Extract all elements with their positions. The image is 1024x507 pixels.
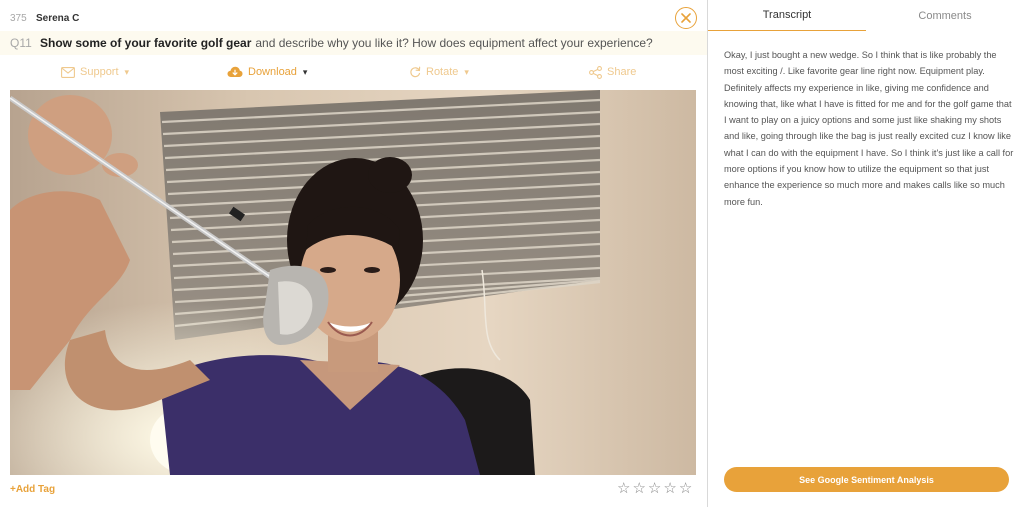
close-button[interactable] bbox=[675, 7, 697, 29]
support-button[interactable]: Support ▾ bbox=[61, 63, 129, 81]
rotate-label: Rotate bbox=[426, 66, 459, 78]
chevron-down-icon: ▾ bbox=[124, 66, 130, 77]
rotate-button[interactable]: Rotate ▾ bbox=[409, 63, 469, 81]
cloud-download-icon bbox=[227, 66, 243, 77]
rotate-icon bbox=[410, 66, 421, 78]
sentiment-analysis-button[interactable]: See Google Sentiment Analysis bbox=[724, 467, 1009, 492]
download-button[interactable]: Download ▾ bbox=[227, 63, 307, 81]
chevron-down-icon: ▾ bbox=[464, 66, 469, 77]
share-icon bbox=[589, 65, 602, 79]
video-panel: 375 Serena C Q11 Show some of your favor… bbox=[0, 0, 708, 507]
star-icon[interactable]: ☆ bbox=[663, 481, 676, 497]
respondent-name: Serena C bbox=[36, 12, 80, 24]
chevron-down-icon: ▾ bbox=[302, 66, 308, 77]
respondent-header: 375 Serena C bbox=[10, 11, 79, 25]
share-button[interactable]: Share bbox=[589, 63, 636, 81]
transcript-text: Okay, I just bought a new wedge. So I th… bbox=[724, 50, 1014, 207]
media-toolbar: Support ▾ Download ▾ Rotate ▾ Share bbox=[0, 63, 708, 81]
respondent-number: 375 bbox=[10, 12, 27, 24]
response-viewer: 375 Serena C Q11 Show some of your favor… bbox=[0, 0, 1024, 507]
download-label: Download bbox=[248, 66, 297, 78]
envelope-icon bbox=[61, 66, 75, 78]
question-text: and describe why you like it? How does e… bbox=[255, 36, 653, 50]
star-icon[interactable]: ☆ bbox=[648, 481, 661, 497]
share-label: Share bbox=[607, 66, 637, 78]
question-id: Q11 bbox=[10, 36, 32, 50]
tab-comments[interactable]: Comments bbox=[866, 0, 1024, 31]
close-icon bbox=[681, 13, 691, 23]
support-label: Support bbox=[80, 66, 119, 78]
side-panel: Transcript Comments Okay, I just bought … bbox=[708, 0, 1024, 507]
star-icon[interactable]: ☆ bbox=[632, 481, 645, 497]
question-title: Show some of your favorite golf gear bbox=[40, 36, 252, 50]
video-player[interactable] bbox=[10, 90, 696, 475]
star-rating: ☆ ☆ ☆ ☆ ☆ bbox=[617, 481, 692, 497]
tab-transcript[interactable]: Transcript bbox=[708, 0, 866, 31]
star-icon[interactable]: ☆ bbox=[679, 481, 692, 497]
question-bar: Q11 Show some of your favorite golf gear… bbox=[0, 31, 708, 55]
star-icon[interactable]: ☆ bbox=[617, 481, 630, 497]
add-tag-button[interactable]: +Add Tag bbox=[10, 484, 55, 495]
video-frame bbox=[10, 90, 696, 475]
